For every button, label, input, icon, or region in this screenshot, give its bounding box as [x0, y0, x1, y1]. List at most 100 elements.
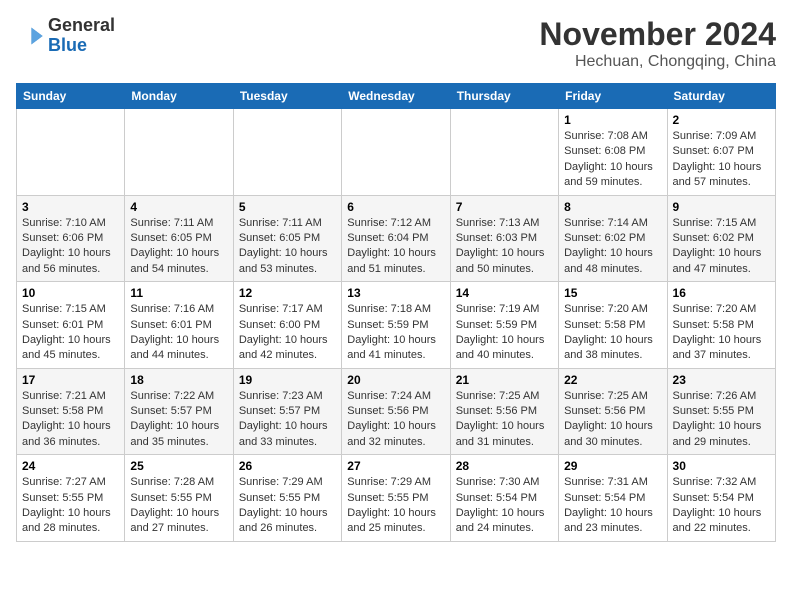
day-cell: 1 Sunrise: 7:08 AMSunset: 6:08 PMDaylight…	[559, 109, 667, 196]
day-cell	[17, 109, 125, 196]
day-info: Sunrise: 7:15 AMSunset: 6:01 PMDaylight:…	[22, 302, 119, 364]
column-header-friday: Friday	[559, 84, 667, 109]
day-cell	[450, 109, 558, 196]
day-number: 11	[130, 286, 227, 300]
week-row-4: 17Sunrise: 7:21 AMSunset: 5:58 PMDayligh…	[17, 368, 776, 455]
day-cell: 12 Sunrise: 7:17 AMSunset: 6:00 PMDayligh…	[233, 282, 341, 369]
day-cell: 11Sunrise: 7:16 AMSunset: 6:01 PMDayligh…	[125, 282, 233, 369]
week-row-1: 1 Sunrise: 7:08 AMSunset: 6:08 PMDaylight…	[17, 109, 776, 196]
day-number: 3	[22, 200, 119, 214]
day-cell: 30 Sunrise: 7:32 AMSunset: 5:54 PMDayligh…	[667, 455, 775, 542]
logo-line1: General	[48, 16, 115, 36]
day-cell: 4 Sunrise: 7:11 AMSunset: 6:05 PMDaylight…	[125, 195, 233, 282]
day-number: 29	[564, 459, 661, 473]
day-number: 19	[239, 373, 336, 387]
day-number: 30	[673, 459, 770, 473]
day-number: 28	[456, 459, 553, 473]
logo-line2: Blue	[48, 36, 115, 56]
day-number: 5	[239, 200, 336, 214]
day-info: Sunrise: 7:28 AMSunset: 5:55 PMDaylight:…	[130, 475, 227, 537]
column-header-monday: Monday	[125, 84, 233, 109]
day-number: 21	[456, 373, 553, 387]
day-number: 8	[564, 200, 661, 214]
day-cell: 14Sunrise: 7:19 AMSunset: 5:59 PMDayligh…	[450, 282, 558, 369]
day-info: Sunrise: 7:29 AMSunset: 5:55 PMDaylight:…	[239, 475, 336, 537]
day-info: Sunrise: 7:08 AMSunset: 6:08 PMDaylight:…	[564, 129, 661, 191]
day-number: 10	[22, 286, 119, 300]
day-cell: 26 Sunrise: 7:29 AMSunset: 5:55 PMDayligh…	[233, 455, 341, 542]
column-header-saturday: Saturday	[667, 84, 775, 109]
day-number: 13	[347, 286, 444, 300]
page-header: General Blue November 2024 Hechuan, Chon…	[16, 16, 776, 71]
day-info: Sunrise: 7:24 AMSunset: 5:56 PMDaylight:…	[347, 389, 444, 451]
day-number: 25	[130, 459, 227, 473]
day-cell: 29Sunrise: 7:31 AMSunset: 5:54 PMDayligh…	[559, 455, 667, 542]
calendar-body: 1 Sunrise: 7:08 AMSunset: 6:08 PMDaylight…	[17, 109, 776, 542]
day-cell: 21 Sunrise: 7:25 AMSunset: 5:56 PMDayligh…	[450, 368, 558, 455]
day-cell: 3 Sunrise: 7:10 AMSunset: 6:06 PMDaylight…	[17, 195, 125, 282]
day-info: Sunrise: 7:11 AMSunset: 6:05 PMDaylight:…	[130, 216, 227, 278]
day-number: 20	[347, 373, 444, 387]
week-row-2: 3 Sunrise: 7:10 AMSunset: 6:06 PMDaylight…	[17, 195, 776, 282]
day-number: 2	[673, 113, 770, 127]
day-number: 23	[673, 373, 770, 387]
day-info: Sunrise: 7:23 AMSunset: 5:57 PMDaylight:…	[239, 389, 336, 451]
day-cell: 7Sunrise: 7:13 AMSunset: 6:03 PMDaylight…	[450, 195, 558, 282]
logo-icon	[16, 22, 44, 50]
day-info: Sunrise: 7:13 AMSunset: 6:03 PMDaylight:…	[456, 216, 553, 278]
day-number: 24	[22, 459, 119, 473]
day-number: 12	[239, 286, 336, 300]
day-info: Sunrise: 7:09 AMSunset: 6:07 PMDaylight:…	[673, 129, 770, 191]
day-number: 22	[564, 373, 661, 387]
day-number: 26	[239, 459, 336, 473]
day-cell: 23Sunrise: 7:26 AMSunset: 5:55 PMDayligh…	[667, 368, 775, 455]
day-cell: 19 Sunrise: 7:23 AMSunset: 5:57 PMDayligh…	[233, 368, 341, 455]
day-cell: 9 Sunrise: 7:15 AMSunset: 6:02 PMDaylight…	[667, 195, 775, 282]
day-info: Sunrise: 7:12 AMSunset: 6:04 PMDaylight:…	[347, 216, 444, 278]
day-cell	[125, 109, 233, 196]
day-cell: 24 Sunrise: 7:27 AMSunset: 5:55 PMDayligh…	[17, 455, 125, 542]
day-cell: 10 Sunrise: 7:15 AMSunset: 6:01 PMDayligh…	[17, 282, 125, 369]
day-cell: 20 Sunrise: 7:24 AMSunset: 5:56 PMDayligh…	[342, 368, 450, 455]
day-info: Sunrise: 7:29 AMSunset: 5:55 PMDaylight:…	[347, 475, 444, 537]
column-header-wednesday: Wednesday	[342, 84, 450, 109]
calendar-table: SundayMondayTuesdayWednesdayThursdayFrid…	[16, 83, 776, 542]
day-cell: 6 Sunrise: 7:12 AMSunset: 6:04 PMDaylight…	[342, 195, 450, 282]
calendar-header-row: SundayMondayTuesdayWednesdayThursdayFrid…	[17, 84, 776, 109]
day-cell	[233, 109, 341, 196]
day-info: Sunrise: 7:19 AMSunset: 5:59 PMDaylight:…	[456, 302, 553, 364]
day-info: Sunrise: 7:20 AMSunset: 5:58 PMDaylight:…	[673, 302, 770, 364]
day-number: 1	[564, 113, 661, 127]
day-info: Sunrise: 7:15 AMSunset: 6:02 PMDaylight:…	[673, 216, 770, 278]
day-info: Sunrise: 7:25 AMSunset: 5:56 PMDaylight:…	[564, 389, 661, 451]
day-info: Sunrise: 7:11 AMSunset: 6:05 PMDaylight:…	[239, 216, 336, 278]
month-year: November 2024	[539, 16, 776, 53]
day-info: Sunrise: 7:21 AMSunset: 5:58 PMDaylight:…	[22, 389, 119, 451]
day-number: 9	[673, 200, 770, 214]
day-info: Sunrise: 7:17 AMSunset: 6:00 PMDaylight:…	[239, 302, 336, 364]
day-number: 16	[673, 286, 770, 300]
day-info: Sunrise: 7:20 AMSunset: 5:58 PMDaylight:…	[564, 302, 661, 364]
day-info: Sunrise: 7:27 AMSunset: 5:55 PMDaylight:…	[22, 475, 119, 537]
day-cell: 28 Sunrise: 7:30 AMSunset: 5:54 PMDayligh…	[450, 455, 558, 542]
day-number: 18	[130, 373, 227, 387]
day-info: Sunrise: 7:10 AMSunset: 6:06 PMDaylight:…	[22, 216, 119, 278]
week-row-3: 10 Sunrise: 7:15 AMSunset: 6:01 PMDayligh…	[17, 282, 776, 369]
column-header-sunday: Sunday	[17, 84, 125, 109]
column-header-tuesday: Tuesday	[233, 84, 341, 109]
day-cell: 25 Sunrise: 7:28 AMSunset: 5:55 PMDayligh…	[125, 455, 233, 542]
day-number: 6	[347, 200, 444, 214]
day-info: Sunrise: 7:14 AMSunset: 6:02 PMDaylight:…	[564, 216, 661, 278]
day-info: Sunrise: 7:25 AMSunset: 5:56 PMDaylight:…	[456, 389, 553, 451]
day-info: Sunrise: 7:32 AMSunset: 5:54 PMDaylight:…	[673, 475, 770, 537]
column-header-thursday: Thursday	[450, 84, 558, 109]
day-info: Sunrise: 7:30 AMSunset: 5:54 PMDaylight:…	[456, 475, 553, 537]
day-cell: 2 Sunrise: 7:09 AMSunset: 6:07 PMDaylight…	[667, 109, 775, 196]
day-cell: 15Sunrise: 7:20 AMSunset: 5:58 PMDayligh…	[559, 282, 667, 369]
week-row-5: 24 Sunrise: 7:27 AMSunset: 5:55 PMDayligh…	[17, 455, 776, 542]
day-cell: 18Sunrise: 7:22 AMSunset: 5:57 PMDayligh…	[125, 368, 233, 455]
location: Hechuan, Chongqing, China	[539, 53, 776, 71]
day-number: 4	[130, 200, 227, 214]
day-number: 27	[347, 459, 444, 473]
day-cell: 8 Sunrise: 7:14 AMSunset: 6:02 PMDaylight…	[559, 195, 667, 282]
